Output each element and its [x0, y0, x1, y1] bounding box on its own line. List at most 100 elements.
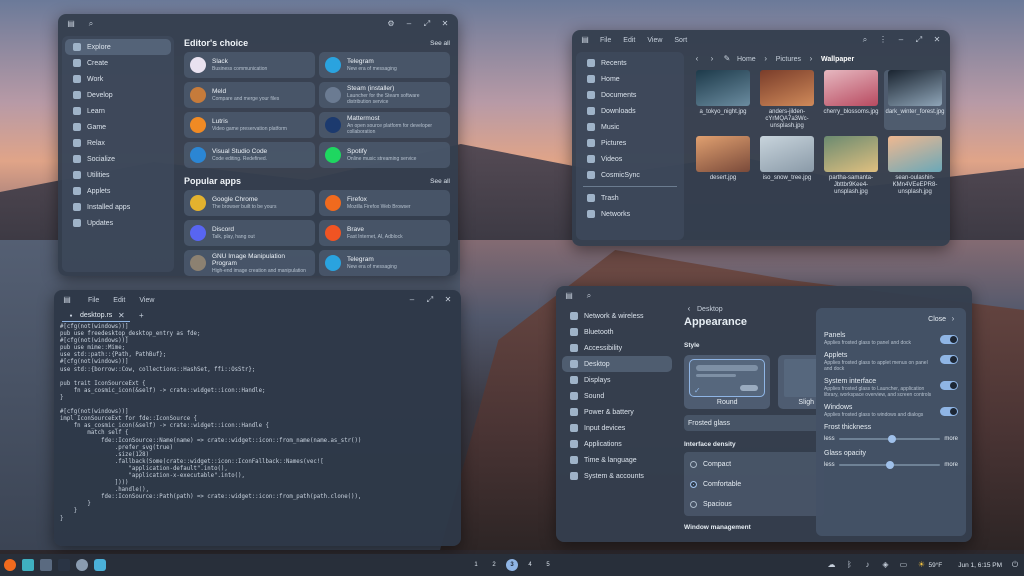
notification-icon[interactable]: ☁ — [826, 560, 836, 570]
settings-nav-applications[interactable]: Applications — [562, 436, 672, 452]
bluetooth-icon[interactable]: ᛒ — [844, 560, 854, 570]
edit-path-icon[interactable]: ✎ — [722, 54, 732, 64]
settings-icon[interactable] — [76, 559, 88, 571]
files-sidebar-music[interactable]: Music — [579, 119, 681, 135]
radio-button[interactable] — [690, 460, 697, 468]
close-icon[interactable]: ✕ — [443, 295, 453, 305]
files-sidebar-videos[interactable]: Videos — [579, 151, 681, 167]
code-content[interactable]: #[cfg(not(windows))] pub use freedesktop… — [54, 322, 461, 525]
frost-thickness-slider[interactable] — [838, 434, 941, 443]
glass-toggle[interactable] — [940, 355, 958, 364]
file-item[interactable]: iso_snow_tree.jpg — [756, 136, 818, 196]
weather-applet[interactable]: ☀ 59°F — [916, 560, 942, 570]
file-item[interactable]: sean-oulashin-KMn4VEeEPR8-unsplash.jpg — [884, 136, 946, 196]
power-icon[interactable]: ⏻ — [1010, 560, 1020, 570]
workspace-4[interactable]: 4 — [524, 559, 536, 571]
sidebar-toggle-icon[interactable]: ▤ — [66, 19, 76, 29]
app-card[interactable]: Google Chrome The browser built to be you… — [184, 190, 315, 216]
sidebar-toggle-icon[interactable]: ▤ — [564, 291, 574, 301]
app-card[interactable]: Telegram New era of messaging — [319, 52, 450, 78]
minimize-icon[interactable]: – — [404, 19, 414, 29]
density-compact[interactable]: Compact — [690, 454, 818, 474]
network-icon[interactable]: ◈ — [880, 560, 890, 570]
style-round-option[interactable]: ✓ Round — [684, 355, 771, 409]
app-card[interactable]: Firefox Mozilla Firefox Web Browser — [319, 190, 450, 216]
file-item[interactable]: partha-samanta-Jbttbr9Kee4-unsplash.jpg — [820, 136, 882, 196]
text-editor-icon[interactable] — [40, 559, 52, 571]
store-nav-socialize[interactable]: Socialize — [65, 151, 171, 167]
settings-nav-time-language[interactable]: Time & language — [562, 452, 672, 468]
store-nav-create[interactable]: Create — [65, 55, 171, 71]
glass-toggle[interactable] — [940, 407, 958, 416]
store-nav-relax[interactable]: Relax — [65, 135, 171, 151]
slider-knob[interactable] — [887, 434, 896, 443]
crumb-pictures[interactable]: Pictures — [776, 56, 801, 63]
radio-button[interactable] — [690, 500, 697, 508]
maximize-icon[interactable]: ⤢ — [422, 19, 432, 29]
files-sidebar-home[interactable]: Home — [579, 71, 681, 87]
store-nav-applets[interactable]: Applets — [65, 183, 171, 199]
back-arrow-icon[interactable]: ‹ — [692, 54, 702, 64]
volume-icon[interactable]: ♪ — [862, 560, 872, 570]
store-nav-develop[interactable]: Develop — [65, 87, 171, 103]
menu-view[interactable]: View — [647, 37, 662, 44]
new-tab-icon[interactable]: + — [136, 311, 146, 321]
app-card[interactable]: Meld Compare and merge your files — [184, 82, 315, 108]
glass-toggle[interactable] — [940, 381, 958, 390]
density-spacious[interactable]: Spacious — [690, 494, 818, 514]
settings-nav-power-battery[interactable]: Power & battery — [562, 404, 672, 420]
settings-nav-desktop[interactable]: Desktop — [562, 356, 672, 372]
close-icon[interactable]: ✕ — [932, 35, 942, 45]
menu-file[interactable]: File — [88, 297, 99, 304]
workspace-2[interactable]: 2 — [488, 559, 500, 571]
settings-nav-sound[interactable]: Sound — [562, 388, 672, 404]
store-nav-game[interactable]: Game — [65, 119, 171, 135]
crumb-home[interactable]: Home — [737, 56, 756, 63]
menu-sort[interactable]: Sort — [674, 37, 687, 44]
close-icon[interactable]: ✕ — [440, 19, 450, 29]
settings-nav-network-wireless[interactable]: Network & wireless — [562, 308, 672, 324]
store-nav-installed-apps[interactable]: Installed apps — [65, 199, 171, 215]
app-card[interactable]: GNU Image Manipulation Program High-end i… — [184, 250, 315, 276]
workspace-1[interactable]: 1 — [470, 559, 482, 571]
app-card[interactable]: Steam (installer) Launcher for the Steam … — [319, 82, 450, 108]
search-icon[interactable]: ⌕ — [860, 35, 870, 45]
menu-edit[interactable]: Edit — [113, 297, 125, 304]
settings-nav-input-devices[interactable]: Input devices — [562, 420, 672, 436]
file-item[interactable]: dark_winter_forest.jpg — [884, 70, 946, 130]
store-nav-updates[interactable]: Updates — [65, 215, 171, 231]
minimize-icon[interactable]: – — [896, 35, 906, 45]
store-nav-explore[interactable]: Explore — [65, 39, 171, 55]
files-sidebar-cosmicsync[interactable]: CosmicSync — [579, 167, 681, 183]
files-sidebar-downloads[interactable]: Downloads — [579, 103, 681, 119]
chevron-left-icon[interactable]: ‹ — [684, 304, 694, 314]
editors-see-all-link[interactable]: See all — [430, 40, 450, 47]
app-card[interactable]: Mattermost An open source platform for de… — [319, 112, 450, 138]
radio-button[interactable] — [690, 480, 697, 488]
editor-tab[interactable]: ● desktop.rs ✕ — [62, 311, 131, 322]
terminal-icon[interactable] — [58, 559, 70, 571]
slider-knob[interactable] — [885, 460, 894, 469]
files-sidebar-pictures[interactable]: Pictures — [579, 135, 681, 151]
search-icon[interactable]: ⌕ — [86, 19, 96, 29]
store-nav-learn[interactable]: Learn — [65, 103, 171, 119]
maximize-icon[interactable]: ⤢ — [425, 295, 435, 305]
sidebar-toggle-icon[interactable]: ▤ — [580, 35, 590, 45]
battery-icon[interactable]: ▭ — [898, 560, 908, 570]
clock[interactable]: Jun 1, 6:15 PM — [958, 562, 1002, 569]
settings-nav-accessibility[interactable]: Accessibility — [562, 340, 672, 356]
density-comfortable[interactable]: Comfortable — [690, 474, 818, 494]
store-nav-utilities[interactable]: Utilities — [65, 167, 171, 183]
minimize-icon[interactable]: – — [407, 295, 417, 305]
close-tab-icon[interactable]: ✕ — [116, 311, 126, 321]
files-sidebar-documents[interactable]: Documents — [579, 87, 681, 103]
back-link[interactable]: Desktop — [697, 306, 723, 313]
app-card[interactable]: Discord Talk, play, hang out — [184, 220, 315, 246]
app-card[interactable]: Spotify Online music streaming service — [319, 142, 450, 168]
settings-nav-system-accounts[interactable]: System & accounts — [562, 468, 672, 484]
popular-see-all-link[interactable]: See all — [430, 178, 450, 185]
files-icon[interactable] — [22, 559, 34, 571]
gear-icon[interactable]: ⚙ — [386, 19, 396, 29]
file-item[interactable]: anders-jilden-cYrMQA7a3Wc-unsplash.jpg — [756, 70, 818, 130]
file-item[interactable]: a_tokyo_night.jpg — [692, 70, 754, 130]
